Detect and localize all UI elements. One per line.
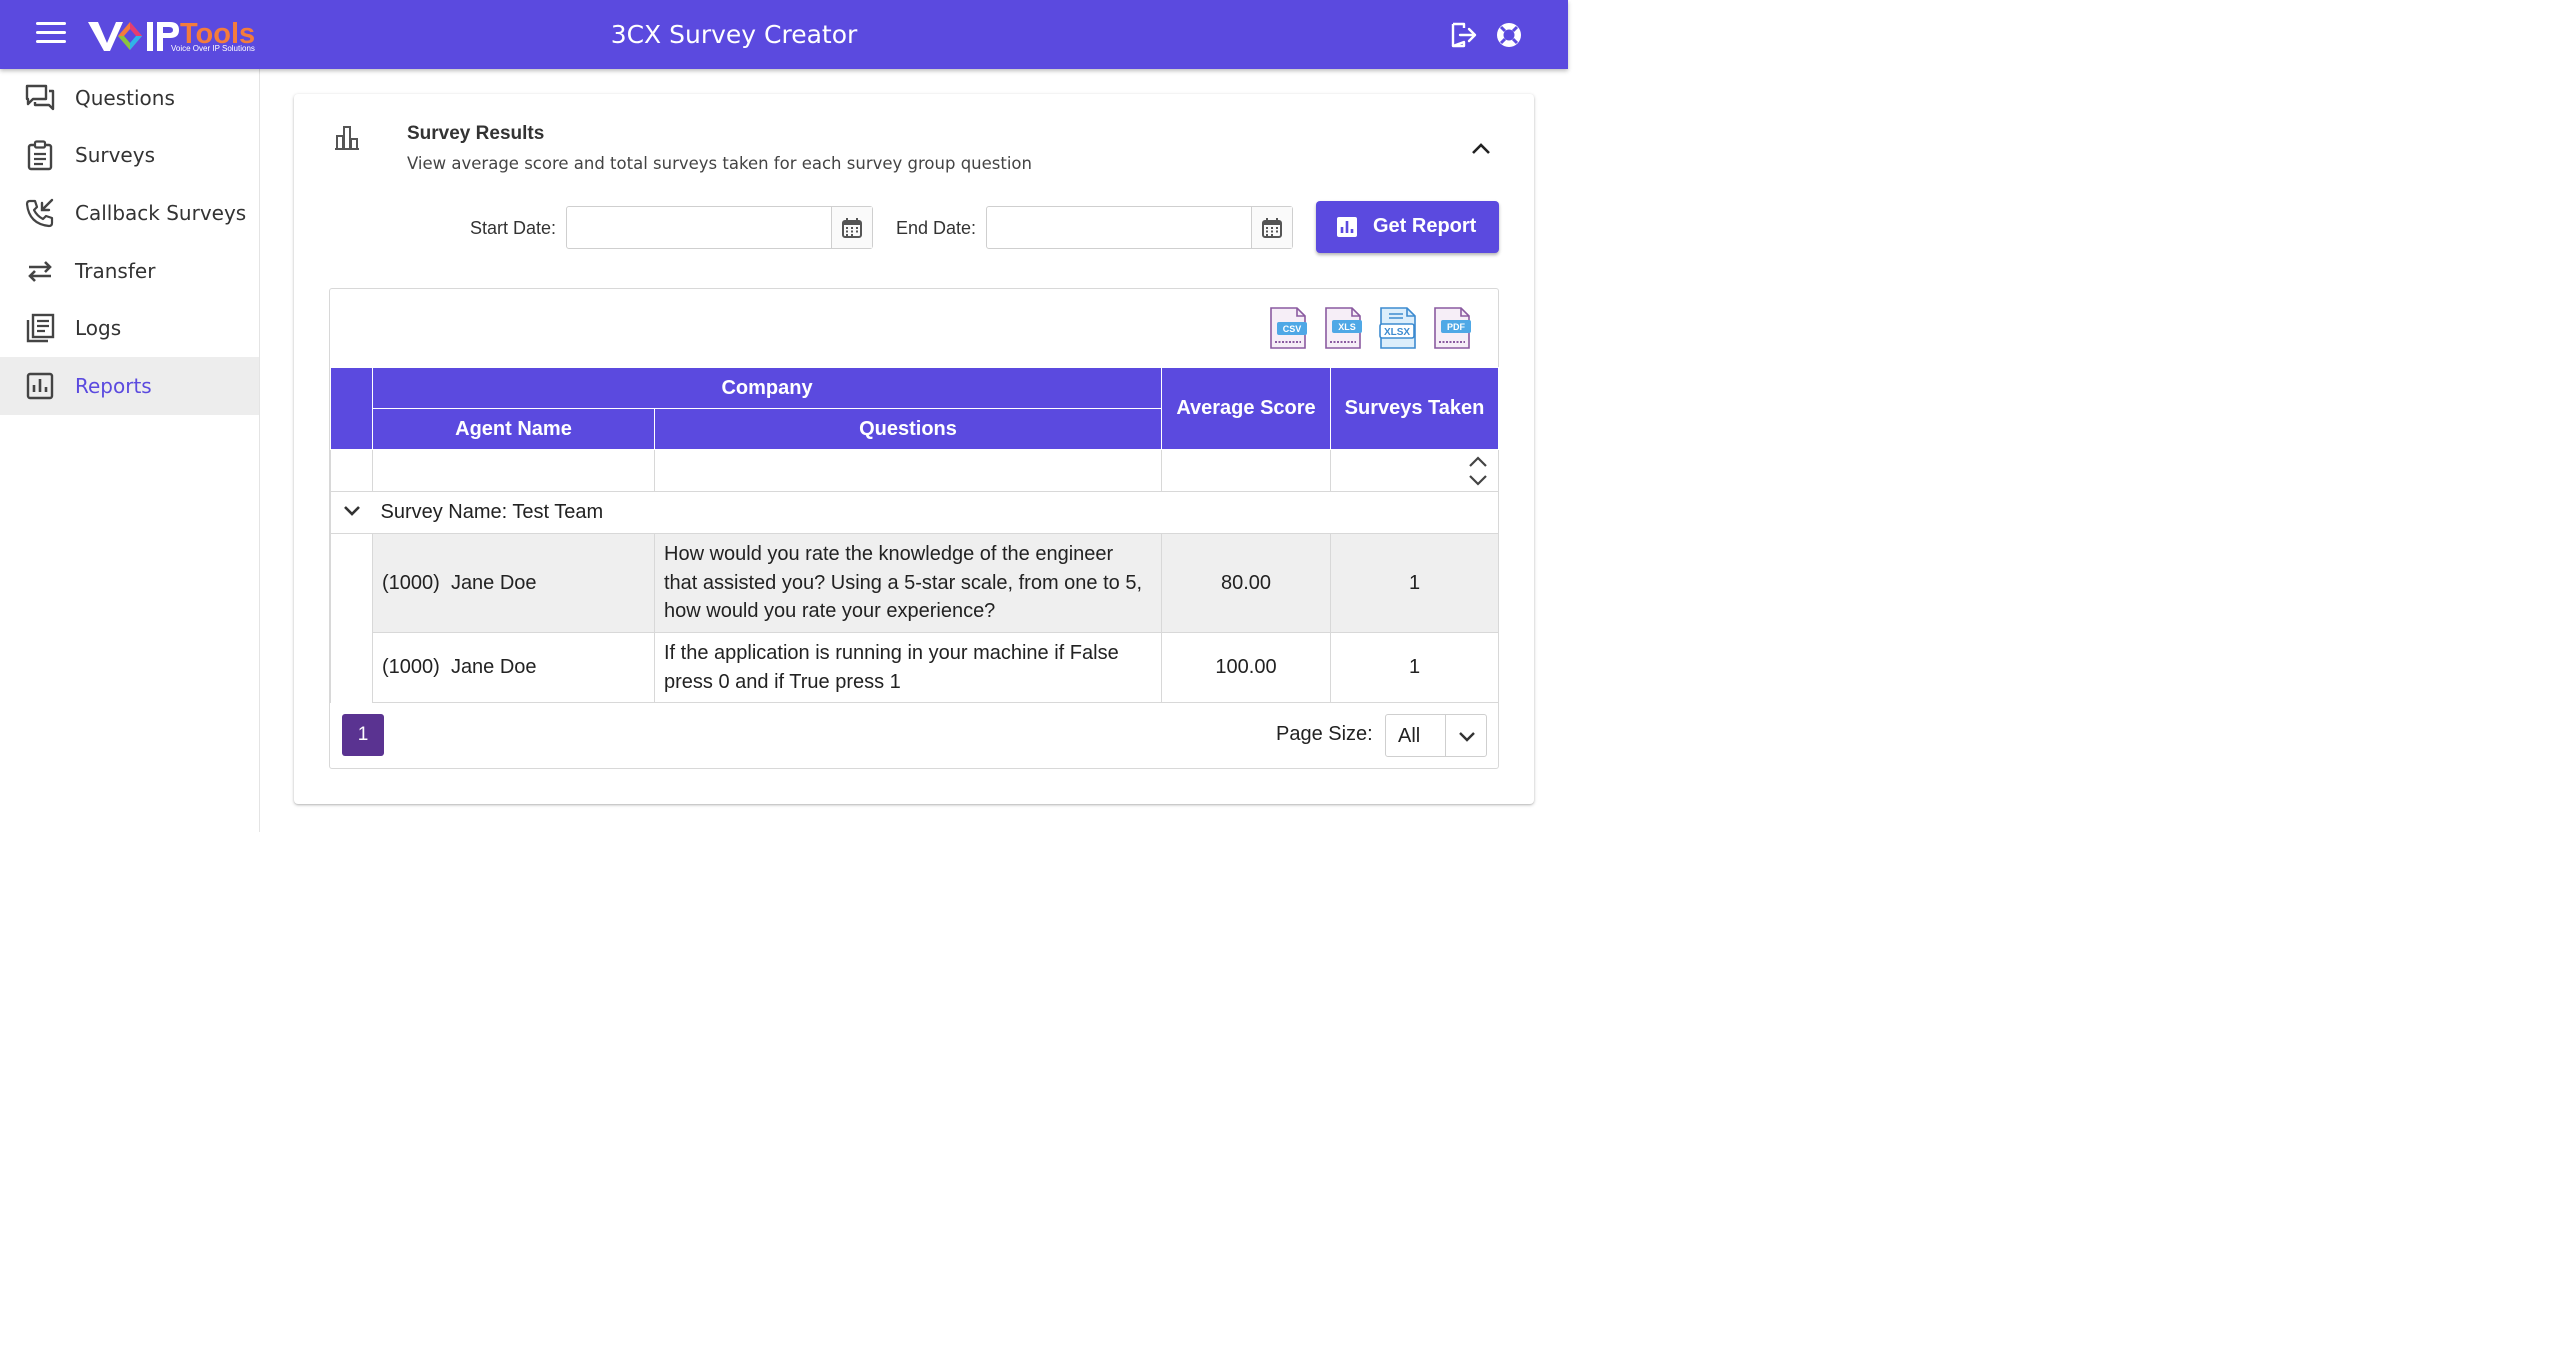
report-chart-icon [1337, 217, 1357, 237]
filter-cell-average[interactable] [1161, 449, 1331, 492]
logout-icon[interactable] [1448, 20, 1478, 50]
page-size-dropdown[interactable]: All [1385, 714, 1487, 757]
transfer-arrows-icon [28, 260, 52, 282]
agent-name-cell: (1000) Jane Doe [372, 632, 655, 703]
app-title: 3CX Survey Creator [610, 20, 858, 49]
app-header: Tools Voice Over IP Solutions 3CX Survey… [0, 0, 1568, 69]
column-header-questions[interactable]: Questions [654, 408, 1162, 450]
svg-text:XLS: XLS [1338, 322, 1356, 332]
surveys-taken-cell: 1 [1330, 632, 1499, 703]
results-table: Company Average Score Surveys Taken Agen… [330, 367, 1499, 703]
surveys-taken-cell: 1 [1330, 533, 1499, 633]
help-lifebuoy-icon[interactable] [1494, 20, 1524, 50]
chevron-down-icon [1458, 731, 1475, 742]
get-report-button[interactable]: Get Report [1316, 201, 1499, 253]
start-date-label: Start Date: [470, 218, 557, 238]
sidebar-item-label: Callback Surveys [75, 200, 247, 225]
export-pdf-icon[interactable]: PDF [1431, 306, 1473, 350]
page-size-label: Page Size: [1276, 723, 1373, 745]
filter-row [330, 449, 1499, 492]
page-size-value: All [1398, 725, 1421, 747]
calendar-icon [842, 217, 862, 238]
indent-cell [330, 533, 373, 633]
bar-chart-icon [26, 372, 54, 399]
group-label: Survey Name: Test Team [372, 491, 1499, 534]
question-cell: How would you rate the knowledge of the … [654, 533, 1162, 633]
sidebar-item-label: Transfer [75, 258, 156, 283]
column-header-surveys-taken[interactable]: Surveys Taken [1330, 367, 1499, 450]
svg-text:CSV: CSV [1283, 324, 1302, 334]
start-date-input[interactable] [567, 207, 831, 248]
export-xls-icon[interactable]: XLS [1322, 306, 1364, 350]
sidebar-item-reports[interactable]: Reports [0, 356, 259, 415]
chat-bubbles-icon [25, 84, 55, 110]
chevron-down-icon[interactable] [341, 499, 363, 521]
sidebar-item-label: Surveys [75, 143, 155, 168]
filter-cell-questions[interactable] [654, 449, 1162, 492]
export-xlsx-icon[interactable]: XLSX [1377, 306, 1419, 350]
sidebar-item-surveys[interactable]: Surveys [0, 127, 259, 185]
get-report-label: Get Report [1373, 215, 1477, 237]
filter-cell-agent[interactable] [372, 449, 655, 492]
table-row[interactable]: (1000) Jane Doe How would you rate the k… [330, 533, 1499, 633]
logs-list-icon [26, 313, 55, 343]
filter-cell-taken[interactable] [1330, 449, 1499, 492]
table-row[interactable]: (1000) Jane Doe If the application is ru… [330, 632, 1499, 703]
group-collapse-cell[interactable] [330, 491, 373, 534]
page-button-1[interactable]: 1 [342, 714, 384, 756]
group-toggle-header [330, 367, 373, 450]
sidebar: Questions Surveys Callback Surveys Trans… [0, 69, 260, 832]
start-date-picker [566, 206, 873, 249]
sidebar-item-transfer[interactable]: Transfer [0, 242, 259, 300]
end-date-picker [986, 206, 1293, 249]
svg-text:XLSX: XLSX [1384, 327, 1410, 338]
card-title: Survey Results [407, 123, 545, 144]
average-score-cell: 100.00 [1161, 632, 1331, 703]
card-subtitle: View average score and total surveys tak… [407, 154, 1032, 173]
sidebar-item-questions[interactable]: Questions [0, 69, 259, 127]
callback-phone-icon [25, 198, 54, 228]
sort-arrows-icon[interactable] [1466, 453, 1490, 489]
column-header-agent-name[interactable]: Agent Name [372, 408, 655, 450]
sidebar-item-logs[interactable]: Logs [0, 299, 259, 357]
end-date-label: End Date: [896, 218, 977, 238]
column-header-company[interactable]: Company [372, 367, 1162, 409]
average-score-cell: 80.00 [1161, 533, 1331, 633]
export-csv-icon[interactable]: CSV [1267, 306, 1309, 350]
svg-text:PDF: PDF [1447, 322, 1466, 332]
bar-chart-outline-icon [335, 126, 359, 150]
sidebar-item-label: Questions [75, 85, 175, 110]
results-grid: CSV XLS XLSX PDF Company Average Score S… [329, 288, 1499, 769]
sidebar-item-label: Reports [75, 373, 152, 398]
calendar-icon [1262, 217, 1282, 238]
question-cell: If the application is running in your ma… [654, 632, 1162, 703]
indent-cell [330, 632, 373, 703]
sidebar-item-label: Logs [75, 316, 122, 341]
end-date-input[interactable] [987, 207, 1251, 248]
end-calendar-button[interactable] [1251, 207, 1292, 248]
start-calendar-button[interactable] [831, 207, 872, 248]
clipboard-icon [27, 140, 53, 171]
survey-results-card: Survey Results View average score and to… [294, 94, 1534, 804]
column-header-average-score[interactable]: Average Score [1161, 367, 1331, 450]
page-size-toggle[interactable] [1445, 715, 1487, 756]
agent-name-cell: (1000) Jane Doe [372, 533, 655, 633]
filter-cell [330, 449, 373, 492]
group-row[interactable]: Survey Name: Test Team [330, 491, 1499, 534]
chevron-up-icon[interactable] [1466, 134, 1496, 164]
sidebar-item-callback-surveys[interactable]: Callback Surveys [0, 184, 259, 242]
